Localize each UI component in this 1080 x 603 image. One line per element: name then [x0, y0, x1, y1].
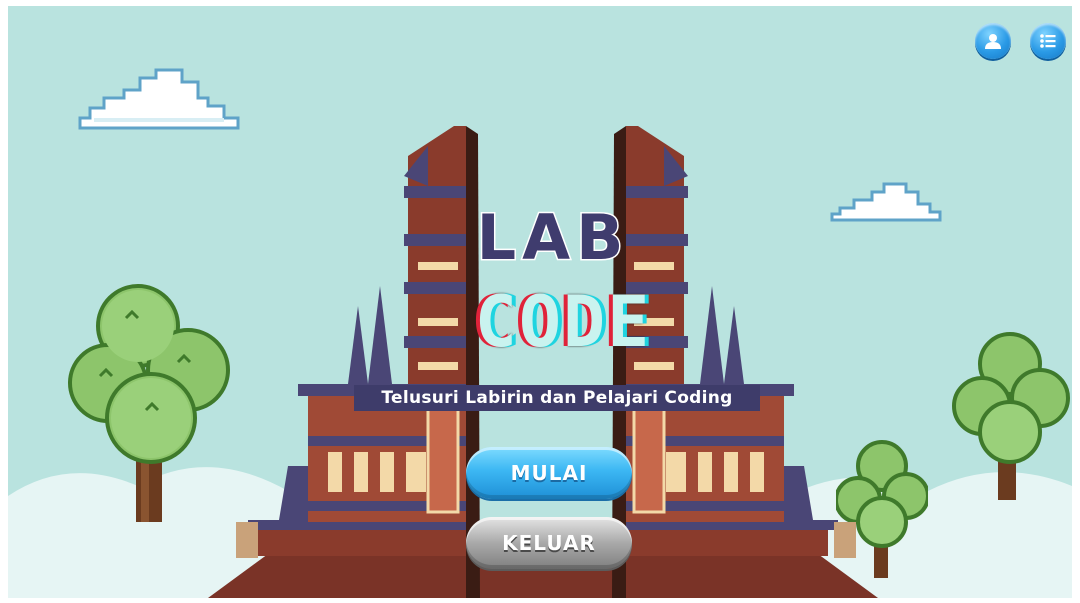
- game-tagline: Telusuri Labirin dan Pelajari Coding: [354, 385, 760, 411]
- game-title-code: CODE: [474, 281, 652, 363]
- profile-button[interactable]: [975, 23, 1011, 59]
- menu-button[interactable]: [1030, 23, 1066, 59]
- game-screen: LAB CODE Telusuri Labirin dan Pelajari C…: [8, 6, 1072, 598]
- list-icon: [1040, 34, 1056, 48]
- exit-button[interactable]: KELUAR: [466, 517, 632, 569]
- user-icon: [985, 34, 1001, 49]
- game-title-lab: LAB: [475, 200, 630, 275]
- start-button[interactable]: MULAI: [466, 447, 632, 499]
